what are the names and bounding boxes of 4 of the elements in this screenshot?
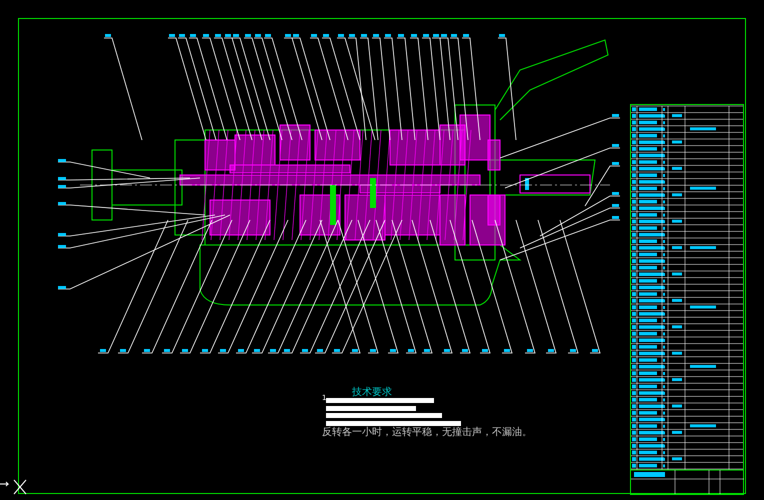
note-text: 反转各一小时，运转平稳，无撞击声，不漏油。: [322, 426, 532, 439]
technical-requirements-title: 技术要求: [352, 386, 392, 399]
arrow-cursor-icon: [0, 482, 10, 486]
ucs-axis-icon: [14, 480, 26, 494]
